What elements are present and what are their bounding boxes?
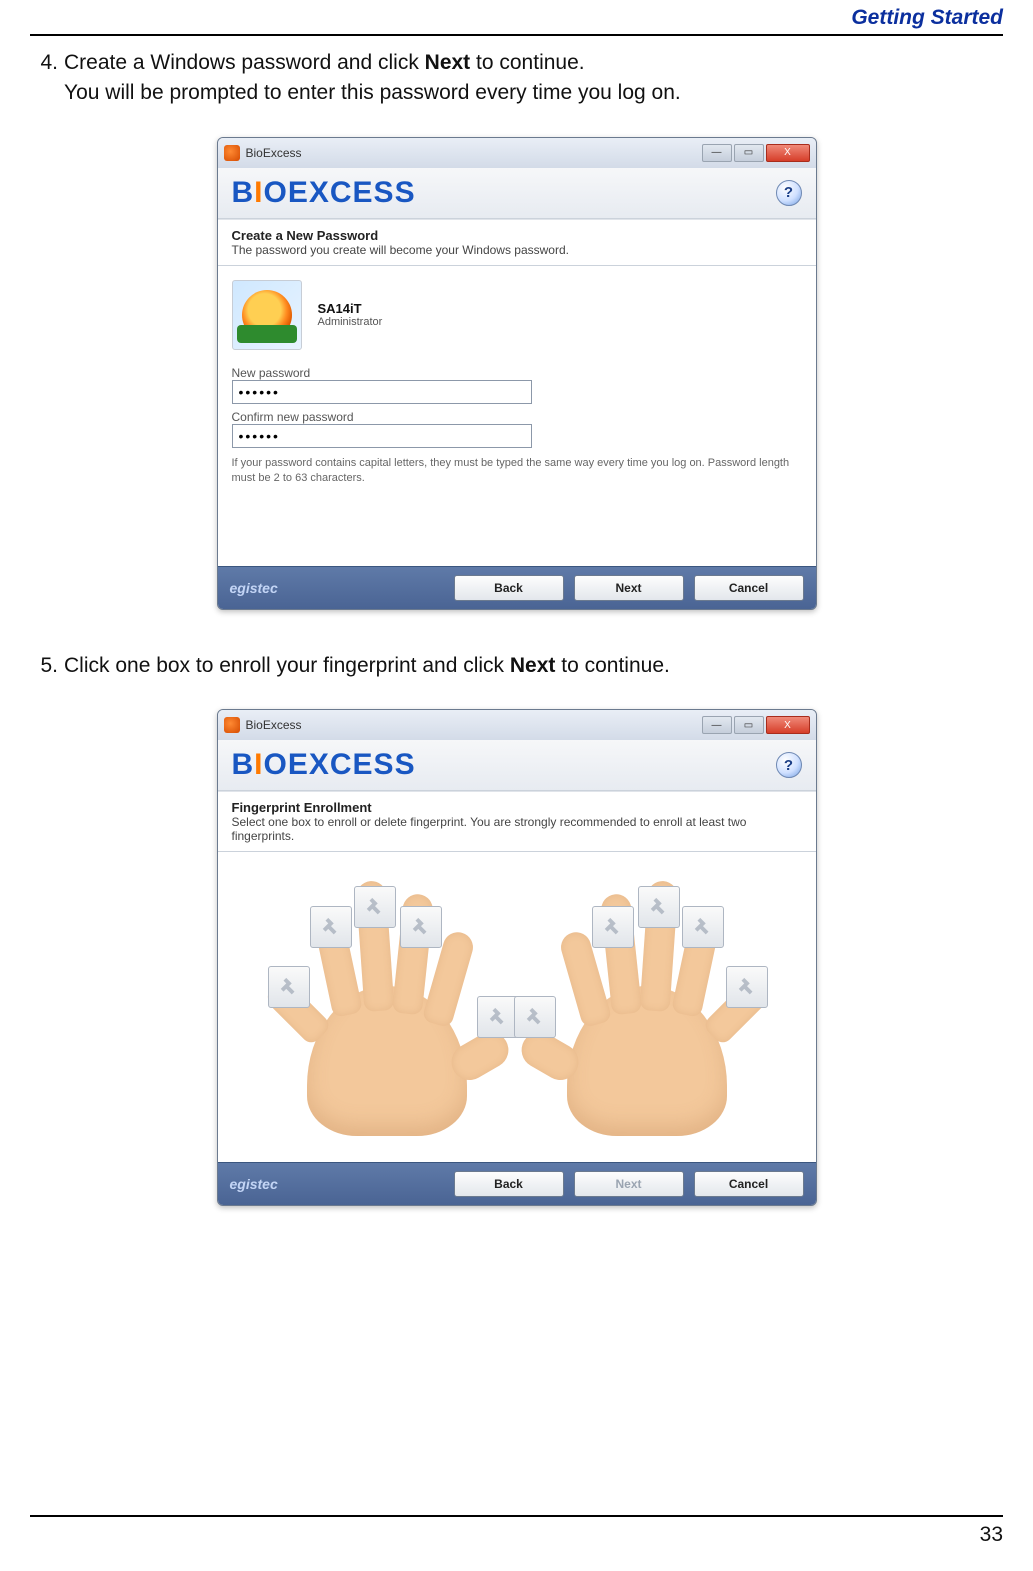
app-icon (224, 717, 240, 733)
left-index-box[interactable] (400, 906, 442, 948)
new-password-input[interactable] (232, 380, 532, 404)
right-thumb-box[interactable] (514, 996, 556, 1038)
step-5-text-a: Click one box to enroll your fingerprint… (64, 654, 510, 677)
step-4: 4. Create a Windows password and click N… (30, 48, 1003, 109)
right-pinky-box[interactable] (726, 966, 768, 1008)
close-button[interactable]: X (766, 144, 810, 162)
help-button[interactable]: ? (776, 180, 802, 206)
minimize-button[interactable]: — (702, 144, 732, 162)
window-title: BioExcess (246, 718, 302, 732)
step-4-text-a: Create a Windows password and click (64, 51, 425, 74)
page-footer: 33 (30, 1515, 1003, 1547)
left-hand (272, 876, 502, 1136)
user-role: Administrator (318, 316, 383, 328)
hands-area (232, 866, 802, 1146)
titlebar[interactable]: BioExcess — ▭ X (218, 138, 816, 168)
step-5-text-c: to continue. (555, 654, 669, 677)
back-button[interactable]: Back (454, 1171, 564, 1197)
panel-heading: Create a New Password The password you c… (218, 219, 816, 266)
step-5: 5. Click one box to enroll your fingerpr… (30, 651, 1003, 681)
window-title: BioExcess (246, 146, 302, 160)
step-body: Create a Windows password and click Next… (64, 48, 1003, 109)
page-header: Getting Started (30, 0, 1003, 36)
maximize-button[interactable]: ▭ (734, 144, 764, 162)
cancel-button[interactable]: Cancel (694, 1171, 804, 1197)
titlebar[interactable]: BioExcess — ▭ X (218, 710, 816, 740)
step-4-text-c: to continue. (470, 51, 584, 74)
panel-title: Fingerprint Enrollment (232, 800, 802, 815)
panel-title: Create a New Password (232, 228, 802, 243)
confirm-password-input[interactable] (232, 424, 532, 448)
panel-subtitle: The password you create will become your… (232, 243, 802, 257)
left-pinky-box[interactable] (268, 966, 310, 1008)
left-middle-box[interactable] (354, 886, 396, 928)
footer-brand: egistec (230, 1176, 278, 1192)
user-avatar (232, 280, 302, 350)
step-number: 5. (30, 651, 64, 681)
close-button[interactable]: X (766, 716, 810, 734)
step-5-bold: Next (510, 654, 556, 677)
app-logo: BIOEXCESS (232, 748, 416, 782)
back-button[interactable]: Back (454, 575, 564, 601)
section-title: Getting Started (851, 6, 1003, 29)
maximize-button[interactable]: ▭ (734, 716, 764, 734)
left-ring-box[interactable] (310, 906, 352, 948)
panel-subtitle: Select one box to enroll or delete finge… (232, 815, 802, 843)
user-name: SA14iT (318, 301, 383, 316)
bioexcess-window-password: BioExcess — ▭ X BIOEXCESS ? Create a New… (217, 137, 817, 610)
app-logo: BIOEXCESS (232, 176, 416, 210)
cancel-button[interactable]: Cancel (694, 575, 804, 601)
app-icon (224, 145, 240, 161)
right-ring-box[interactable] (682, 906, 724, 948)
page-number: 33 (980, 1523, 1003, 1546)
new-password-label: New password (232, 366, 802, 380)
next-button-disabled: Next (574, 1171, 684, 1197)
right-index-box[interactable] (592, 906, 634, 948)
right-middle-box[interactable] (638, 886, 680, 928)
confirm-password-label: Confirm new password (232, 410, 802, 424)
minimize-button[interactable]: — (702, 716, 732, 734)
help-button[interactable]: ? (776, 752, 802, 778)
step-body: Click one box to enroll your fingerprint… (64, 651, 1003, 681)
right-hand (532, 876, 762, 1136)
next-button[interactable]: Next (574, 575, 684, 601)
step-4-bold: Next (425, 51, 471, 74)
bioexcess-window-fingerprint: BioExcess — ▭ X BIOEXCESS ? Fingerprint … (217, 709, 817, 1206)
panel-heading: Fingerprint Enrollment Select one box to… (218, 791, 816, 852)
footer-brand: egistec (230, 580, 278, 596)
left-thumb-box[interactable] (477, 996, 519, 1038)
password-hint: If your password contains capital letter… (232, 456, 802, 487)
step-number: 4. (30, 48, 64, 109)
step-4-line2: You will be prompted to enter this passw… (64, 81, 681, 104)
